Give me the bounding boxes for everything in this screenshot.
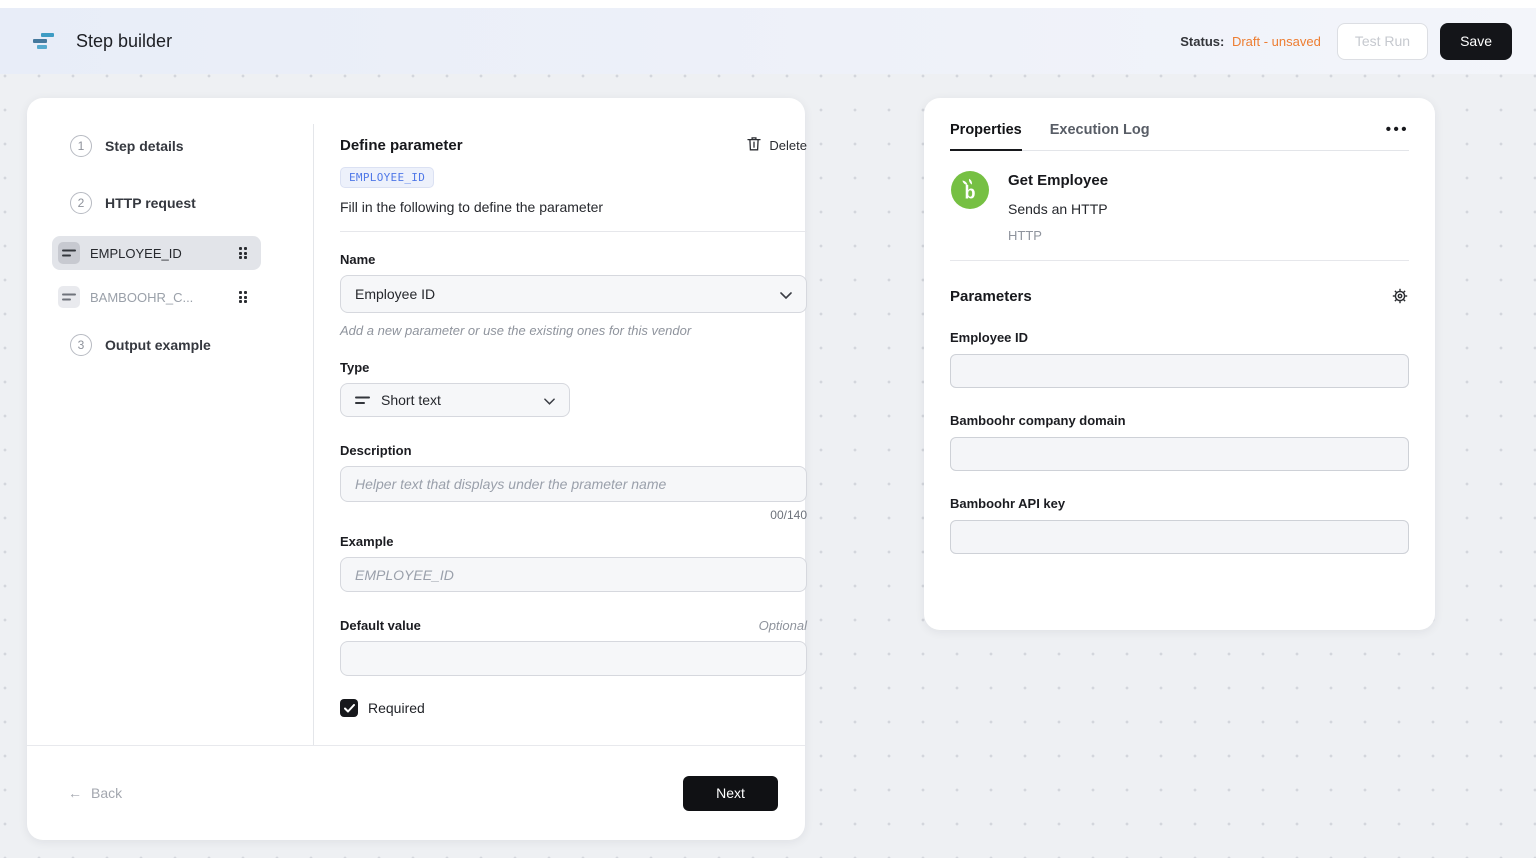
form-title: Define parameter — [340, 137, 463, 154]
name-select[interactable]: Employee ID — [340, 275, 807, 313]
short-text-icon — [355, 392, 370, 408]
chevron-down-icon — [780, 286, 792, 302]
char-counter: 00/140 — [340, 508, 807, 522]
step-summary: b Get Employee Sends an HTTP HTTP — [950, 170, 1409, 243]
step-subtitle: Sends an HTTP — [1008, 201, 1108, 217]
bamboohr-api-key-input[interactable] — [950, 520, 1409, 554]
step-item-http-request[interactable]: 2 HTTP request — [27, 191, 313, 215]
default-value-label: Default value — [340, 618, 421, 633]
required-checkbox-row[interactable]: Required — [340, 699, 807, 717]
optional-hint: Optional — [759, 618, 807, 633]
test-run-button[interactable]: Test Run — [1337, 23, 1428, 60]
status-label: Status: — [1180, 34, 1224, 49]
drag-handle-icon[interactable] — [239, 291, 248, 303]
step-builder-card: 1 Step details 2 HTTP request EMPLOYEE_I… — [27, 98, 805, 840]
app-header: Step builder Status: Draft - unsaved Tes… — [0, 8, 1536, 74]
parameter-item-label: BAMBOOHR_C... — [90, 290, 239, 305]
define-parameter-form: Define parameter Delete EMPLOYEE_ID Fill… — [340, 98, 807, 717]
header-actions: Status: Draft - unsaved Test Run Save — [1180, 23, 1512, 60]
status-text: Status: Draft - unsaved — [1180, 34, 1321, 49]
type-label: Type — [340, 360, 807, 375]
delete-button[interactable]: Delete — [747, 136, 807, 154]
name-select-value: Employee ID — [355, 286, 435, 302]
description-input[interactable] — [340, 466, 807, 502]
properties-card: Properties Execution Log ••• b Get Emplo… — [924, 98, 1435, 630]
description-label: Description — [340, 443, 807, 458]
steps-nav: 1 Step details 2 HTTP request EMPLOYEE_I… — [27, 134, 313, 357]
chevron-down-icon — [544, 392, 555, 408]
parameter-item-employee-id[interactable]: EMPLOYEE_ID — [52, 236, 261, 270]
type-select[interactable]: Short text — [340, 383, 570, 417]
parameter-item-bamboohr-c[interactable]: BAMBOOHR_C... — [52, 282, 261, 312]
required-label: Required — [368, 700, 425, 716]
bamboohr-api-key-label: Bamboohr API key — [950, 496, 1409, 511]
tab-execution-log[interactable]: Execution Log — [1050, 122, 1150, 149]
bamboohr-company-domain-input[interactable] — [950, 437, 1409, 471]
form-subtitle: Fill in the following to define the para… — [340, 199, 807, 215]
vertical-divider — [313, 124, 314, 745]
arrow-left-icon: ← — [68, 785, 82, 801]
step-item-output-example[interactable]: 3 Output example — [27, 333, 313, 357]
divider — [950, 260, 1409, 261]
next-button[interactable]: Next — [683, 776, 778, 811]
bamboohr-logo-icon: b — [950, 170, 990, 243]
properties-tabs: Properties Execution Log ••• — [950, 122, 1409, 151]
drag-handle-icon[interactable] — [239, 247, 248, 259]
gear-icon[interactable] — [1391, 287, 1409, 305]
tab-properties[interactable]: Properties — [950, 122, 1022, 151]
name-label: Name — [340, 252, 807, 267]
status-badge: Draft - unsaved — [1232, 34, 1321, 49]
save-button[interactable]: Save — [1440, 23, 1512, 60]
trash-icon — [747, 136, 761, 154]
employee-id-input[interactable] — [950, 354, 1409, 388]
divider — [340, 231, 807, 232]
more-options-icon[interactable]: ••• — [1386, 122, 1409, 137]
short-text-icon — [58, 242, 80, 264]
example-label: Example — [340, 534, 807, 549]
step-item-label: Step details — [105, 138, 184, 154]
step-type: HTTP — [1008, 228, 1108, 243]
back-label: Back — [91, 785, 122, 801]
parameter-key-badge: EMPLOYEE_ID — [340, 167, 434, 188]
clipped-top-row — [0, 0, 1536, 8]
type-select-value: Short text — [381, 392, 441, 408]
bamboohr-company-domain-label: Bamboohr company domain — [950, 413, 1409, 428]
form-footer: ← Back Next — [27, 745, 805, 840]
example-input[interactable] — [340, 557, 807, 592]
step-item-step-details[interactable]: 1 Step details — [27, 134, 313, 158]
delete-label: Delete — [769, 138, 807, 153]
default-value-input[interactable] — [340, 641, 807, 676]
page-title: Step builder — [76, 31, 172, 52]
svg-text:b: b — [965, 183, 976, 203]
step-title: Get Employee — [1008, 172, 1108, 189]
step-item-label: HTTP request — [105, 195, 196, 211]
short-text-icon — [58, 286, 80, 308]
step-number-circle: 1 — [70, 135, 92, 157]
checkbox-checked-icon[interactable] — [340, 699, 358, 717]
step-item-label: Output example — [105, 337, 211, 353]
parameter-item-label: EMPLOYEE_ID — [90, 246, 239, 261]
name-helper-text: Add a new parameter or use the existing … — [340, 323, 807, 338]
step-number-circle: 2 — [70, 192, 92, 214]
step-number-circle: 3 — [70, 334, 92, 356]
employee-id-label: Employee ID — [950, 330, 1409, 345]
page-background: Step builder Status: Draft - unsaved Tes… — [0, 0, 1536, 858]
back-button[interactable]: ← Back — [68, 785, 122, 801]
app-logo-icon — [33, 33, 55, 50]
parameters-title: Parameters — [950, 288, 1032, 305]
